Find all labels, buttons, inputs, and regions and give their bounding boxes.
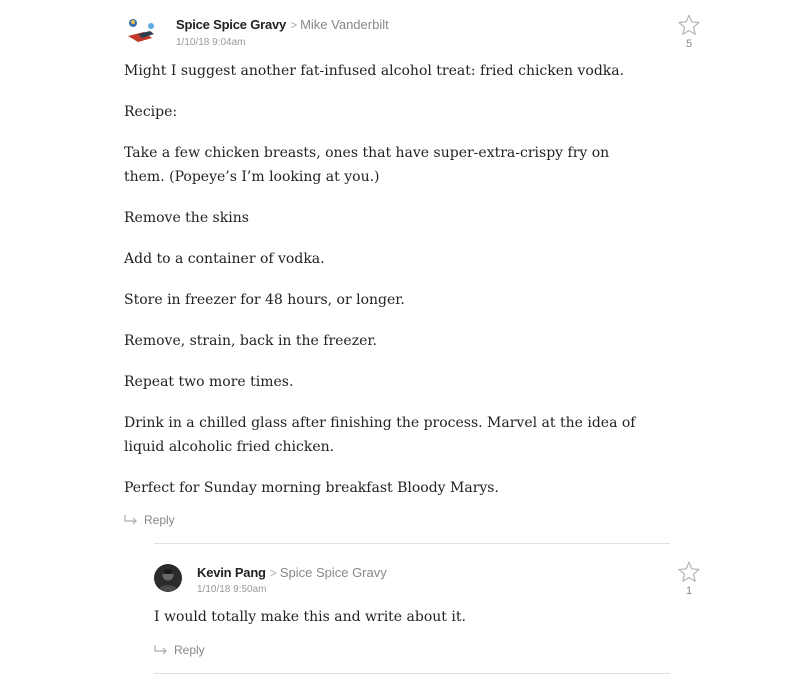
star-count: 1: [685, 585, 693, 597]
reply-button[interactable]: Reply: [124, 513, 175, 529]
comment-paragraph: Perfect for Sunday morning breakfast Blo…: [124, 480, 499, 496]
reply-label: Reply: [174, 643, 205, 657]
divider: [154, 543, 670, 544]
star-icon[interactable]: [677, 13, 701, 37]
author-line: Spice Spice Gravy > Mike Vanderbilt: [176, 17, 389, 32]
avatar[interactable]: [124, 12, 160, 48]
comment-paragraph: Drink in a chilled glass after finishing…: [124, 415, 636, 455]
reply-arrow-icon: [124, 514, 138, 529]
avatar-image: [124, 12, 160, 48]
chevron-right-icon: >: [290, 18, 298, 32]
avatar[interactable]: [154, 564, 182, 592]
comment-body: Might I suggest another fat-infused alco…: [124, 59, 644, 517]
timestamp[interactable]: 1/10/18 9:50am: [197, 584, 267, 595]
comment-paragraph: Might I suggest another fat-infused alco…: [124, 63, 625, 79]
author-name[interactable]: Kevin Pang: [197, 565, 266, 580]
comment-paragraph: Repeat two more times.: [124, 374, 294, 390]
divider: [154, 673, 670, 674]
reply-label: Reply: [144, 513, 175, 527]
reply-button[interactable]: Reply: [154, 643, 205, 659]
comment-paragraph: Remove the skins: [124, 210, 249, 226]
avatar-image: [154, 564, 182, 592]
comment-paragraph: Add to a container of vodka.: [124, 251, 325, 267]
reply-arrow-icon: [154, 644, 168, 659]
comment-paragraph: Store in freezer for 48 hours, or longer…: [124, 292, 405, 308]
comment-body: I would totally make this and write abou…: [154, 605, 654, 646]
author-name[interactable]: Spice Spice Gravy: [176, 17, 286, 32]
author-line: Kevin Pang > Spice Spice Gravy: [197, 565, 387, 580]
star-count: 5: [685, 38, 693, 50]
comment-paragraph: I would totally make this and write abou…: [154, 609, 466, 625]
reply-to-name[interactable]: Mike Vanderbilt: [300, 17, 389, 32]
comment-paragraph: Take a few chicken breasts, ones that ha…: [124, 145, 610, 185]
chevron-right-icon: >: [269, 566, 277, 580]
reply-to-name[interactable]: Spice Spice Gravy: [280, 565, 387, 580]
star-icon[interactable]: [677, 560, 701, 584]
comment-paragraph: Remove, strain, back in the freezer.: [124, 333, 377, 349]
timestamp[interactable]: 1/10/18 9:04am: [176, 37, 246, 48]
comment-paragraph: Recipe:: [124, 104, 178, 120]
